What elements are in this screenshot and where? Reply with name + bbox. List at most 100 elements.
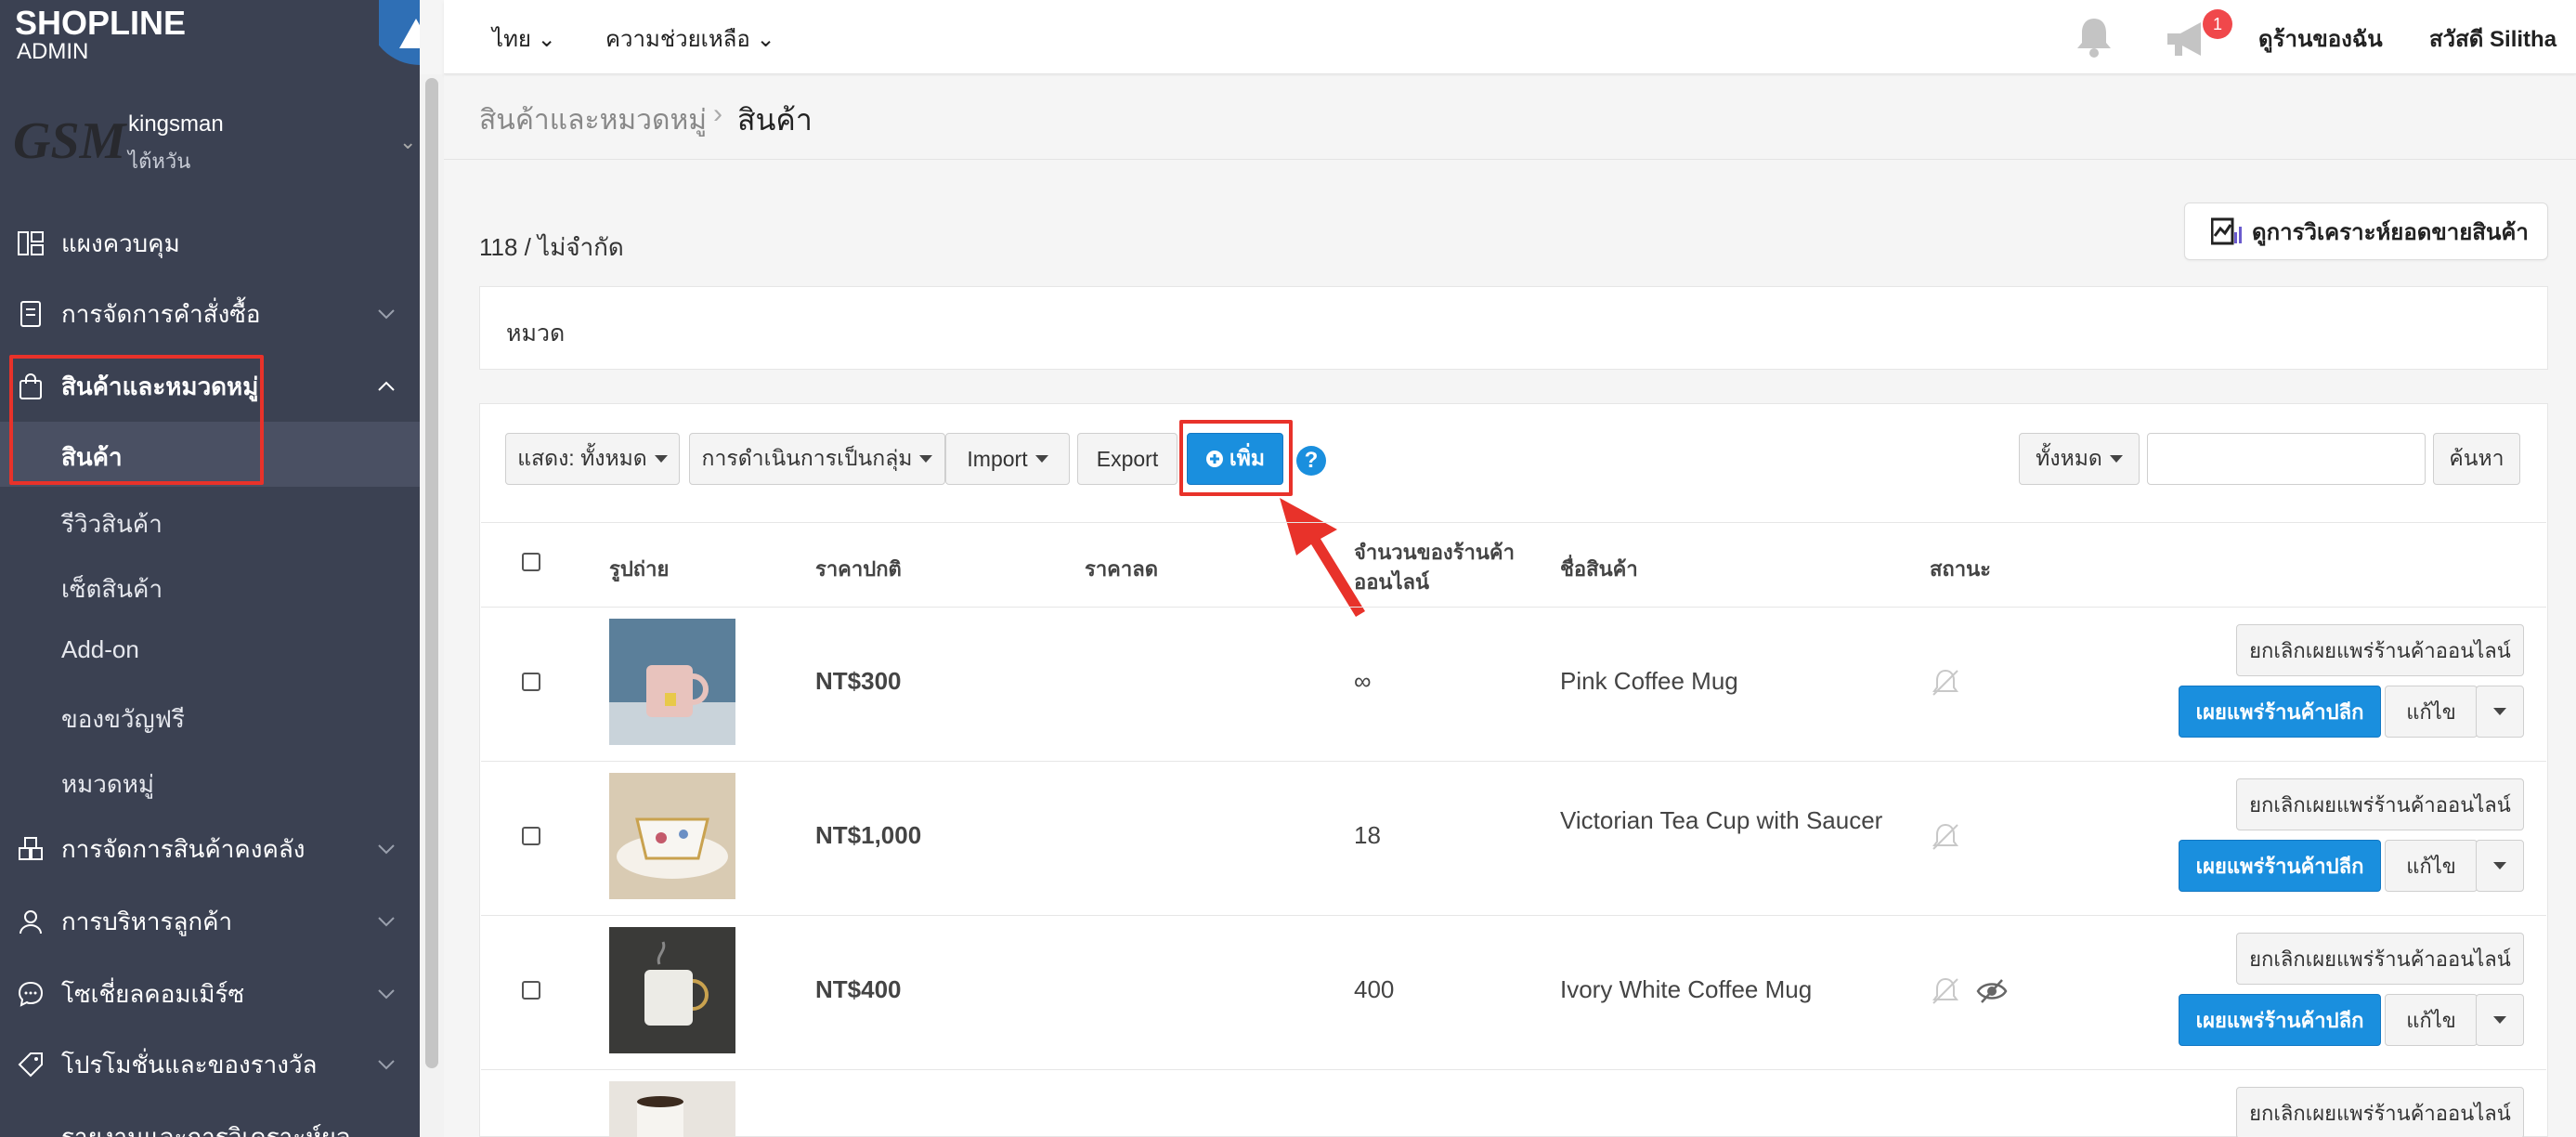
chevron-down-icon: [2493, 1016, 2506, 1024]
product-thumbnail[interactable]: [609, 927, 735, 1053]
tag-icon: [18, 1052, 43, 1078]
search-button[interactable]: ค้นหา: [2433, 433, 2520, 485]
product-price: NT$300: [815, 667, 902, 695]
nav-customers-label: การบริหารลูกค้า: [61, 907, 233, 935]
sidebar-scroll-thumb[interactable]: [425, 78, 438, 1068]
unpublish-online-button[interactable]: ยกเลิกเผยแพร่ร้านค้าออนไลน์: [2236, 778, 2524, 830]
breadcrumb-separator: ›: [713, 98, 722, 129]
row-checkbox[interactable]: [522, 981, 540, 1000]
breadcrumb-root[interactable]: สินค้าและหมวดหมู่: [479, 98, 707, 142]
user-greeting-menu[interactable]: สวัสดี Silitha: [2429, 20, 2556, 57]
more-actions-dropdown[interactable]: [2476, 686, 2524, 738]
help-circle-icon[interactable]: ?: [1296, 446, 1326, 476]
nav-sub-reviews[interactable]: รีวิวสินค้า: [61, 505, 163, 543]
show-filter-dropdown[interactable]: แสดง: ทั้งหมด: [505, 433, 680, 485]
edit-button[interactable]: แก้ไข: [2385, 840, 2478, 892]
product-thumbnail[interactable]: [609, 773, 735, 899]
nav-sub-gifts[interactable]: ของขวัญฟรี: [61, 700, 185, 738]
select-all-checkbox[interactable]: [522, 553, 540, 571]
eye-hidden-icon: [1976, 979, 2008, 1003]
nav-orders[interactable]: การจัดการคำสั่งซื้อ: [0, 279, 420, 349]
nav-dashboard-label: แผงควบคุม: [61, 229, 180, 257]
store-region: ไต้หวัน: [128, 150, 191, 173]
edit-button[interactable]: แก้ไข: [2385, 994, 2478, 1046]
edit-button[interactable]: แก้ไข: [2385, 686, 2478, 738]
nav-reports[interactable]: รายงานและการวิเคราะห์ผล: [0, 1102, 420, 1137]
unpublish-online-button[interactable]: ยกเลิกเผยแพร่ร้านค้าออนไลน์: [2236, 1087, 2524, 1137]
help-menu[interactable]: ความช่วยเหลือ ⌄: [605, 20, 775, 57]
chevron-down-icon: [378, 844, 395, 855]
product-qty: 400: [1354, 975, 1395, 1003]
nav-dashboard[interactable]: แผงควบคุม: [0, 208, 420, 279]
nav-sub-bundles[interactable]: เซ็ตสินค้า: [61, 570, 163, 608]
bell-icon[interactable]: [2073, 15, 2115, 59]
unpublish-online-button[interactable]: ยกเลิกเผยแพร่ร้านค้าออนไลน์: [2236, 933, 2524, 985]
nav-customers[interactable]: การบริหารลูกค้า: [0, 886, 420, 957]
highlight-box-products: [9, 355, 264, 485]
row-checkbox[interactable]: [522, 827, 540, 845]
coffee-image: [609, 1081, 735, 1137]
product-thumbnail[interactable]: [609, 619, 735, 745]
store-name[interactable]: kingsman: [128, 111, 224, 137]
import-dropdown[interactable]: Import: [945, 433, 1070, 485]
bulk-actions-dropdown[interactable]: การดำเนินการเป็นกลุ่ม: [689, 433, 945, 485]
nav-promotions-label: โปรโมชั่นและของรางวัล: [61, 1050, 318, 1078]
notification-badge: 1: [2203, 9, 2232, 39]
view-my-store-link[interactable]: ดูร้านของฉัน: [2258, 20, 2383, 57]
col-photo: รูปถ่าย: [609, 557, 670, 581]
receipt-icon: [20, 301, 41, 327]
product-thumbnail[interactable]: [609, 1081, 735, 1137]
export-button[interactable]: Export: [1077, 433, 1177, 485]
nav-promotions[interactable]: โปรโมชั่นและของรางวัล: [0, 1029, 420, 1100]
table-row: NT$400 400 Ivory White Coffee Mug ยกเลิก…: [481, 916, 2546, 1070]
brand-admin-label: ADMIN: [17, 39, 89, 64]
filter-dropdown[interactable]: ทั้งหมด: [2019, 433, 2140, 485]
bell-off-icon: [1932, 669, 1958, 696]
table-row: ยกเลิกเผยแพร่ร้านค้าออนไลน์: [481, 1070, 2546, 1137]
table-header: รูปถ่าย ราคาปกติ ราคาลด จำนวนของร้านค้า …: [481, 522, 2546, 608]
publish-retail-button[interactable]: เผยแพร่ร้านค้าปลีก: [2179, 840, 2381, 892]
col-name: ชื่อสินค้า: [1560, 557, 1638, 581]
nav-social[interactable]: โซเชี่ยลคอมเมิร์ซ: [0, 959, 420, 1029]
nav-inventory-label: การจัดการสินค้าคงคลัง: [61, 834, 306, 863]
language-selector[interactable]: ไทย ⌄: [492, 20, 556, 57]
publish-retail-button[interactable]: เผยแพร่ร้านค้าปลีก: [2179, 994, 2381, 1046]
breadcrumb-current: สินค้า: [737, 103, 813, 137]
bulk-actions-label: การดำเนินการเป็นกลุ่ม: [701, 446, 913, 470]
chevron-up-icon: [378, 381, 395, 391]
more-actions-dropdown[interactable]: [2476, 840, 2524, 892]
product-count: 118 / ไม่จำกัด: [479, 233, 624, 261]
nav-sub-categories[interactable]: หมวดหมู่: [61, 765, 154, 804]
sales-analysis-button[interactable]: ดูการวิเคราะห์ยอดขายสินค้า: [2184, 203, 2548, 260]
product-name[interactable]: Pink Coffee Mug: [1560, 663, 1894, 699]
more-actions-dropdown[interactable]: [2476, 994, 2524, 1046]
col-online-qty-line2: ออนไลน์: [1354, 570, 1430, 594]
product-qty: ∞: [1354, 667, 1372, 695]
bell-off-icon: [1932, 977, 1958, 1004]
search-input[interactable]: [2147, 433, 2426, 485]
publish-retail-button[interactable]: เผยแพร่ร้านค้าปลีก: [2179, 686, 2381, 738]
import-label: Import: [967, 446, 1028, 471]
tea-cup-image: [609, 773, 735, 899]
nav-reports-label: รายงานและการวิเคราะห์ผล: [61, 1122, 351, 1137]
row-checkbox[interactable]: [522, 673, 540, 691]
nav-sub-addon[interactable]: Add-on: [61, 635, 139, 664]
unpublish-online-button[interactable]: ยกเลิกเผยแพร่ร้านค้าออนไลน์: [2236, 624, 2524, 676]
product-price: NT$1,000: [815, 821, 922, 849]
store-switch-chevron-icon[interactable]: ⌄: [399, 130, 416, 154]
chevron-down-icon: [2493, 708, 2506, 715]
product-name[interactable]: Victorian Tea Cup with Saucer: [1560, 803, 1894, 838]
filter-label: ทั้งหมด: [2036, 446, 2102, 470]
help-menu-label: ความช่วยเหลือ: [605, 27, 750, 52]
brand-logo[interactable]: SHOPLINE: [15, 4, 186, 43]
caret-down-icon: [654, 455, 668, 463]
col-status: สถานะ: [1930, 557, 1991, 581]
product-name[interactable]: Ivory White Coffee Mug: [1560, 972, 1894, 1007]
top-bar: ไทย ⌄ ความช่วยเหลือ ⌄ ดูร้านของฉัน สวัสด…: [444, 0, 2576, 74]
product-qty: 18: [1354, 821, 1381, 849]
table-row: NT$300 ∞ Pink Coffee Mug ยกเลิกเผยแพร่ร้…: [481, 608, 2546, 762]
nav-inventory[interactable]: การจัดการสินค้าคงคลัง: [0, 814, 420, 884]
table-row: NT$1,000 18 Victorian Tea Cup with Sauce…: [481, 762, 2546, 916]
chevron-down-icon: [2493, 862, 2506, 869]
sales-analysis-label: ดูการวิเคราะห์ยอดขายสินค้า: [2252, 219, 2529, 245]
